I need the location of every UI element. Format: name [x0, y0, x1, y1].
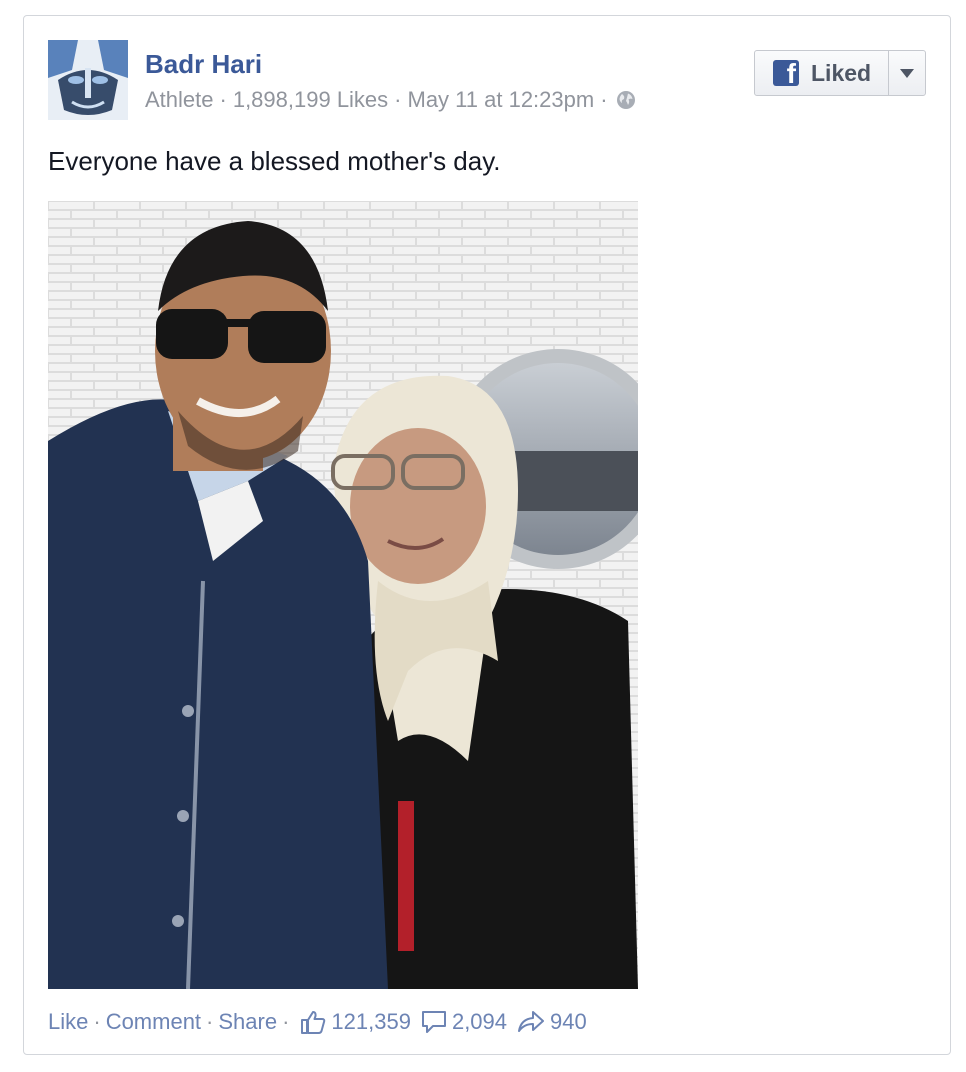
separator: · [282, 1009, 290, 1034]
liked-button-main[interactable]: f Liked [755, 51, 888, 95]
share-count[interactable]: 940 [517, 1009, 587, 1035]
post-card: Badr Hari Athlete · 1,898,199 Likes · May 11… [23, 15, 951, 1055]
like-link[interactable]: Like [48, 1009, 88, 1035]
liked-button[interactable]: f Liked [754, 50, 926, 96]
page-avatar[interactable] [48, 40, 128, 120]
liked-label: Liked [811, 59, 872, 86]
separator: · [394, 87, 402, 112]
comment-link[interactable]: Comment [106, 1009, 201, 1035]
page-category[interactable]: Athlete [145, 87, 214, 112]
caret-down-icon[interactable] [888, 51, 925, 95]
separator: · [219, 87, 227, 112]
separator: · [206, 1009, 214, 1034]
comment-bubble-icon [421, 1011, 446, 1033]
share-link[interactable]: Share [218, 1009, 277, 1035]
like-count[interactable]: 121,359 [300, 1009, 411, 1035]
facebook-f-icon: f [773, 60, 799, 86]
post-message: Everyone have a blessed mother's day. [48, 146, 501, 176]
comment-count[interactable]: 2,094 [421, 1009, 507, 1035]
post-meta: Athlete · 1,898,199 Likes · May 11 at 12:23p… [145, 87, 636, 116]
comment-count-value: 2,094 [451, 1009, 508, 1034]
globe-icon[interactable] [616, 90, 636, 116]
photo-image [48, 201, 638, 989]
like-count-value: 121,359 [331, 1009, 411, 1034]
share-count-value: 940 [550, 1009, 587, 1034]
thumbs-up-icon [301, 1011, 326, 1034]
page-likes[interactable]: 1,898,199 Likes [233, 87, 388, 112]
share-arrow-icon [518, 1011, 545, 1032]
avatar-image [48, 40, 128, 120]
separator: · [93, 1009, 101, 1034]
post-actions: Like · Comment · Share · 121,359 2,094 9… [48, 1009, 587, 1035]
page-name[interactable]: Badr Hari [145, 49, 262, 80]
separator: · [600, 87, 608, 112]
post-photo[interactable] [48, 201, 638, 989]
post-timestamp[interactable]: May 11 at 12:23pm [408, 87, 595, 112]
